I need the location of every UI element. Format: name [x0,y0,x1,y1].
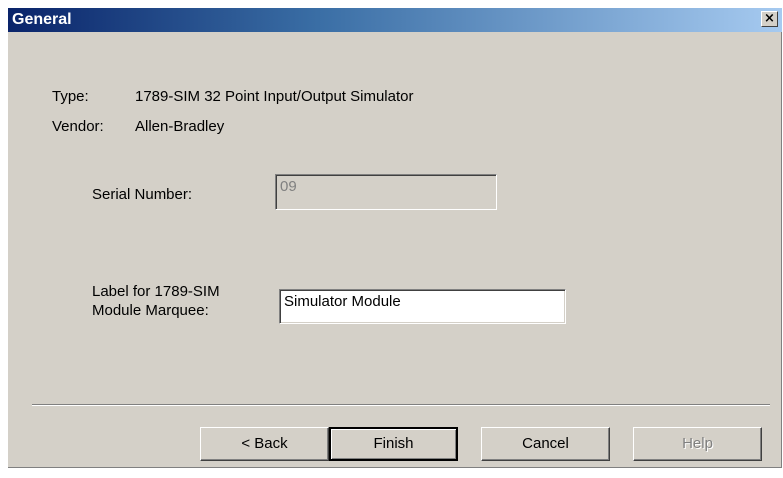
marquee-label-line1: Label for 1789-SIM [92,283,220,300]
type-label: Type: [52,88,89,105]
marquee-label-input[interactable]: Simulator Module [279,289,566,324]
serial-number-label: Serial Number: [92,186,193,203]
marquee-label-value: Simulator Module [284,293,401,310]
button-divider [32,404,770,406]
serial-number-field: 09 [275,174,497,210]
vendor-value: Allen-Bradley [135,118,225,135]
window-title: General [12,11,72,28]
type-value: 1789-SIM 32 Point Input/Output Simulator [135,88,414,105]
help-button[interactable]: Help [633,427,762,461]
title-bar: General × [8,8,782,32]
marquee-label-line2: Module Marquee: [92,302,209,319]
cancel-button[interactable]: Cancel [481,427,610,461]
close-icon: × [764,11,775,26]
general-dialog: General × Type: 1789-SIM 32 Point Input/… [8,8,782,468]
serial-number-value: 09 [280,178,297,195]
finish-button[interactable]: Finish [329,427,458,461]
back-button[interactable]: < Back [200,427,329,461]
vendor-label: Vendor: [52,118,104,135]
close-button[interactable]: × [761,11,778,27]
